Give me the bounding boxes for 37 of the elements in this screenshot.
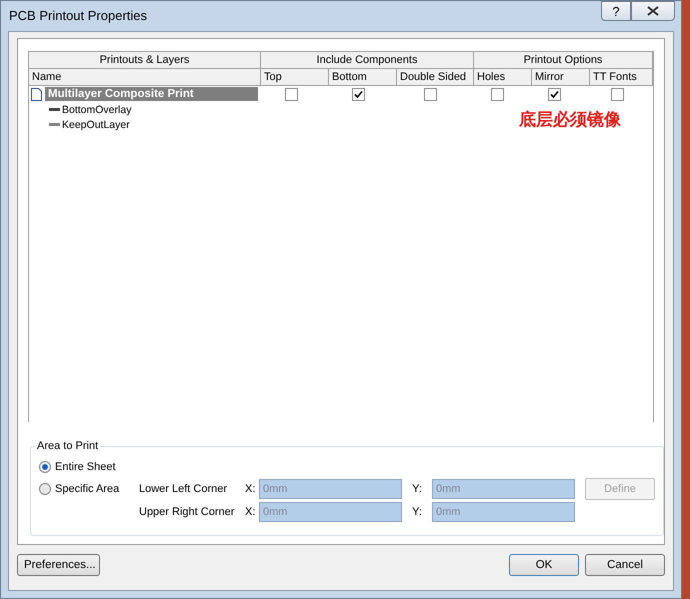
document-icon — [31, 88, 42, 100]
layer-name[interactable]: BottomOverlay — [62, 104, 132, 116]
close-button[interactable] — [631, 1, 675, 21]
axis-label: Y: — [411, 483, 423, 495]
column-header[interactable]: Double Sided — [397, 69, 474, 86]
print-row-name[interactable]: Multilayer Composite Print — [45, 87, 258, 101]
column-header[interactable]: Bottom — [329, 69, 397, 86]
column-group-header: Printouts & Layers — [29, 52, 261, 69]
column-header[interactable]: Top — [261, 69, 329, 86]
checkbox[interactable] — [611, 88, 624, 100]
checkbox[interactable] — [490, 88, 504, 100]
cancel-button[interactable]: Cancel — [585, 554, 665, 576]
corner-label: Lower Left Corner — [139, 483, 228, 495]
radio-option[interactable]: Specific Area — [39, 478, 139, 500]
corner-label: Upper Right Corner — [139, 506, 236, 518]
column-header[interactable]: Mirror — [532, 69, 590, 86]
axis-label: X: — [245, 506, 256, 518]
axis-label: X: — [245, 483, 256, 495]
column-header[interactable]: Name — [29, 69, 261, 86]
preferences-button[interactable]: Preferences... — [17, 554, 100, 576]
axis-label: Y: — [411, 506, 423, 518]
column-header[interactable]: Holes — [474, 69, 532, 86]
ok-button[interactable]: OK — [509, 554, 579, 576]
column-header[interactable]: TT Fonts — [590, 69, 653, 86]
layer-name[interactable]: KeepOutLayer — [62, 118, 130, 130]
help-button[interactable]: ? — [601, 1, 631, 21]
checkbox[interactable] — [352, 88, 366, 100]
window-title: PCB Printout Properties — [9, 8, 148, 22]
checkbox[interactable] — [548, 88, 561, 100]
checkbox[interactable] — [424, 88, 437, 100]
column-group-header: Printout Options — [474, 52, 653, 69]
group-title: Area to Print — [36, 440, 100, 452]
annotation-text: 底层必须镜像 — [519, 109, 621, 131]
close-icon — [647, 6, 659, 16]
column-group-header: Include Components — [261, 52, 474, 69]
checkbox[interactable] — [285, 88, 298, 100]
radio-option[interactable]: Entire Sheet — [39, 456, 655, 478]
